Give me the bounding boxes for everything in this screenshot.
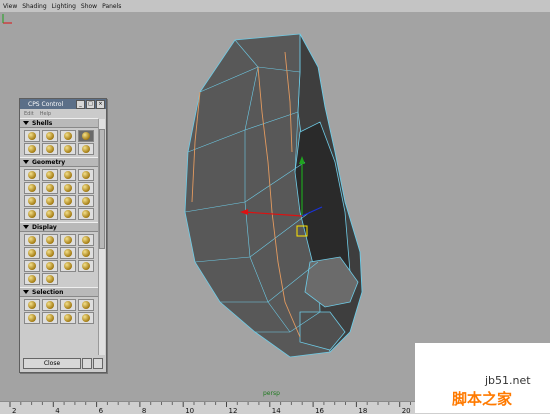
section-label: Shells — [32, 119, 53, 127]
section-display[interactable]: Display — [20, 222, 98, 232]
tool-button[interactable] — [60, 195, 76, 207]
close-button[interactable]: Close — [23, 358, 81, 369]
watermark-logo: 脚本之家 — [452, 390, 513, 408]
tool-button[interactable] — [78, 130, 94, 142]
menu-help[interactable]: Help — [40, 111, 51, 117]
tool-button[interactable] — [60, 130, 76, 142]
menu-item-lighting[interactable]: Lighting — [49, 3, 78, 10]
viewport-menubar: View Shading Lighting Show Panels — [0, 0, 550, 12]
cps-scrollbar[interactable] — [98, 119, 105, 355]
tool-button[interactable] — [78, 234, 94, 246]
tool-button[interactable] — [42, 182, 58, 194]
axis-indicator-icon — [2, 14, 12, 24]
tool-button[interactable] — [42, 312, 58, 324]
tool-button[interactable] — [60, 143, 76, 155]
tool-button[interactable] — [78, 169, 94, 181]
collapse-triangle-icon — [23, 225, 29, 229]
menu-item-panels[interactable]: Panels — [99, 3, 123, 10]
tool-button[interactable] — [78, 247, 94, 259]
tool-button[interactable] — [42, 143, 58, 155]
tool-button[interactable] — [24, 273, 40, 285]
close-window-button[interactable]: × — [96, 99, 105, 109]
tool-button[interactable] — [42, 299, 58, 311]
tool-button[interactable] — [42, 234, 58, 246]
tool-button[interactable] — [60, 260, 76, 272]
cps-title: CPS Control — [28, 100, 64, 108]
collapse-triangle-icon — [23, 160, 29, 164]
tool-button[interactable] — [24, 260, 40, 272]
menu-item-view[interactable]: View — [0, 3, 19, 10]
maximize-button[interactable]: □ — [86, 99, 95, 109]
tool-button[interactable] — [42, 130, 58, 142]
scroll-thumb[interactable] — [99, 129, 105, 249]
panel-option-button[interactable] — [93, 358, 103, 369]
section-label: Display — [32, 223, 57, 231]
tool-button[interactable] — [60, 247, 76, 259]
tool-button[interactable] — [78, 195, 94, 207]
cps-control-window[interactable]: CPS Control _ □ × Edit Help Shells Geome… — [19, 98, 107, 373]
section-selection[interactable]: Selection — [20, 287, 98, 297]
tool-button[interactable] — [42, 260, 58, 272]
tool-button[interactable] — [60, 312, 76, 324]
tool-button[interactable] — [24, 130, 40, 142]
tool-button[interactable] — [24, 195, 40, 207]
menu-item-show[interactable]: Show — [78, 3, 99, 10]
tool-button[interactable] — [78, 182, 94, 194]
tool-button[interactable] — [60, 169, 76, 181]
tool-button[interactable] — [24, 143, 40, 155]
watermark-url: jb51.net — [485, 374, 531, 387]
geometry-tool-grid — [20, 167, 106, 222]
collapse-triangle-icon — [23, 121, 29, 125]
tool-button[interactable] — [60, 299, 76, 311]
section-label: Selection — [32, 288, 64, 296]
tool-button[interactable] — [78, 312, 94, 324]
camera-label: persp — [263, 390, 280, 397]
tool-button[interactable] — [60, 208, 76, 220]
tool-button[interactable] — [24, 312, 40, 324]
tool-button[interactable] — [78, 208, 94, 220]
selection-tool-grid — [20, 297, 106, 326]
section-geometry[interactable]: Geometry — [20, 157, 98, 167]
tool-button[interactable] — [24, 208, 40, 220]
tool-button[interactable] — [42, 247, 58, 259]
tool-button[interactable] — [24, 299, 40, 311]
tool-button[interactable] — [24, 169, 40, 181]
tool-button[interactable] — [78, 143, 94, 155]
tool-button[interactable] — [42, 273, 58, 285]
cps-title-bar[interactable]: CPS Control _ □ × — [20, 99, 106, 109]
tool-button[interactable] — [60, 182, 76, 194]
section-shells[interactable]: Shells — [20, 118, 98, 128]
panel-option-button[interactable] — [82, 358, 92, 369]
tool-button[interactable] — [78, 260, 94, 272]
display-tool-grid — [20, 232, 106, 287]
cps-menu-bar: Edit Help — [20, 109, 106, 118]
tool-button[interactable] — [78, 299, 94, 311]
tool-button[interactable] — [24, 234, 40, 246]
menu-edit[interactable]: Edit — [24, 111, 34, 117]
tool-button[interactable] — [60, 234, 76, 246]
tool-button[interactable] — [42, 208, 58, 220]
tool-button[interactable] — [42, 169, 58, 181]
shells-tool-grid — [20, 128, 106, 157]
tool-button[interactable] — [24, 182, 40, 194]
minimize-button[interactable]: _ — [76, 99, 85, 109]
section-label: Geometry — [32, 158, 66, 166]
collapse-triangle-icon — [23, 290, 29, 294]
menu-item-shading[interactable]: Shading — [19, 3, 48, 10]
tool-button[interactable] — [24, 247, 40, 259]
tool-button[interactable] — [42, 195, 58, 207]
